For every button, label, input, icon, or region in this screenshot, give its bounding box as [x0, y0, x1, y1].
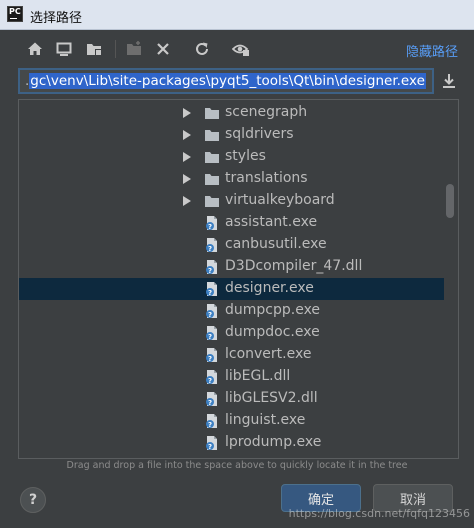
window-title: 选择路径: [30, 11, 83, 26]
tree-file-row[interactable]: ? libGLESV2.dll: [19, 388, 444, 410]
delete-icon[interactable]: [154, 40, 172, 58]
tree-item-label: libEGL.dll: [225, 368, 291, 384]
folder-icon: [204, 105, 220, 121]
unknown-file-icon: ?: [204, 259, 220, 275]
tree-item-label: sqldrivers: [225, 126, 294, 142]
svg-text:?: ?: [208, 311, 212, 319]
unknown-file-icon: ?: [204, 281, 220, 297]
svg-text:?: ?: [208, 333, 212, 341]
folder-icon: [204, 193, 220, 209]
unknown-file-icon: ?: [204, 325, 220, 341]
pycharm-logo-icon: PC: [7, 6, 23, 22]
tree-file-row[interactable]: ? designer.exe: [19, 278, 444, 300]
tree-item-label: lconvert.exe: [225, 346, 312, 362]
tree-folder-row[interactable]: styles: [19, 146, 444, 168]
tree-item-label: virtualkeyboard: [225, 192, 335, 208]
tree-item-label: designer.exe: [225, 280, 314, 296]
toolbar: 隐藏路径: [0, 30, 474, 68]
drag-drop-hint: Drag and drop a file into the space abov…: [66, 460, 408, 471]
svg-text:?: ?: [208, 399, 212, 407]
unknown-file-icon: ?: [204, 369, 220, 385]
download-icon[interactable]: [440, 72, 458, 90]
unknown-file-icon: ?: [204, 303, 220, 319]
svg-text:?: ?: [208, 267, 212, 275]
tree-folder-row[interactable]: sqldrivers: [19, 124, 444, 146]
tree-file-row[interactable]: ? linguist.exe: [19, 410, 444, 432]
tree-item-label: translations: [225, 170, 308, 186]
home-icon[interactable]: [26, 40, 44, 58]
new-folder-icon[interactable]: [125, 40, 143, 58]
svg-text:?: ?: [208, 377, 212, 385]
svg-text:?: ?: [208, 355, 212, 363]
tree-folder-row[interactable]: scenegraph: [19, 102, 444, 124]
tree-item-label: linguist.exe: [225, 412, 306, 428]
tree-item-label: D3Dcompiler_47.dll: [225, 258, 363, 274]
svg-text:?: ?: [208, 421, 212, 429]
expand-arrow-icon[interactable]: [183, 152, 191, 162]
help-button[interactable]: ?: [20, 487, 46, 513]
refresh-icon[interactable]: [193, 40, 211, 58]
project-icon[interactable]: [85, 40, 103, 58]
desktop-icon[interactable]: [55, 40, 73, 58]
watermark: https://blog.csdn.net/fqfq123456: [288, 507, 470, 520]
tree-file-row[interactable]: ? assistant.exe: [19, 212, 444, 234]
unknown-file-icon: ?: [204, 413, 220, 429]
show-hidden-icon[interactable]: [232, 40, 250, 58]
expand-arrow-icon[interactable]: [183, 196, 191, 206]
tree-file-row[interactable]: ? canbusutil.exe: [19, 234, 444, 256]
tree-item-label: assistant.exe: [225, 214, 318, 230]
tree-item-label: dumpcpp.exe: [225, 302, 321, 318]
tree-item-label: dumpdoc.exe: [225, 324, 320, 340]
unknown-file-icon: ?: [204, 215, 220, 231]
tree-item-label: canbusutil.exe: [225, 236, 327, 252]
tree-item-label: styles: [225, 148, 266, 164]
unknown-file-icon: ?: [204, 391, 220, 407]
svg-text:?: ?: [208, 223, 212, 231]
tree-item-label: lprodump.exe: [225, 434, 322, 450]
unknown-file-icon: ?: [204, 237, 220, 253]
tree-file-row[interactable]: ? libEGL.dll: [19, 366, 444, 388]
tree-scrollbar[interactable]: [446, 184, 454, 218]
tree-file-row[interactable]: ? dumpcpp.exe: [19, 300, 444, 322]
tree-file-row[interactable]: ? dumpdoc.exe: [19, 322, 444, 344]
toolbar-divider: [115, 40, 116, 58]
folder-icon: [204, 127, 220, 143]
hide-path-link[interactable]: 隐藏路径: [406, 41, 458, 60]
expand-arrow-icon[interactable]: [183, 130, 191, 140]
title-bar: PC 选择路径: [0, 0, 474, 30]
tree-item-label: scenegraph: [225, 104, 308, 120]
tree-folder-row[interactable]: virtualkeyboard: [19, 190, 444, 212]
tree-file-row[interactable]: ? D3Dcompiler_47.dll: [19, 256, 444, 278]
folder-icon: [204, 149, 220, 165]
tree-file-row[interactable]: ? lprodump.exe: [19, 432, 444, 454]
tree-folder-row[interactable]: translations: [19, 168, 444, 190]
path-input[interactable]: .gc\venv\Lib\site-packages\pyqt5_tools\Q…: [18, 68, 434, 94]
unknown-file-icon: ?: [204, 347, 220, 363]
svg-text:?: ?: [208, 245, 212, 253]
svg-text:?: ?: [208, 443, 212, 451]
tree-file-row[interactable]: ? lconvert.exe: [19, 344, 444, 366]
expand-arrow-icon[interactable]: [183, 174, 191, 184]
path-selected-text: gc\venv\Lib\site-packages\pyqt5_tools\Qt…: [29, 73, 426, 89]
unknown-file-icon: ?: [204, 435, 220, 451]
expand-arrow-icon[interactable]: [183, 108, 191, 118]
svg-text:?: ?: [208, 289, 212, 297]
file-tree[interactable]: scenegraph sqldrivers styles translations vi…: [18, 99, 459, 459]
tree-item-label: libGLESV2.dll: [225, 390, 318, 406]
folder-icon: [204, 171, 220, 187]
